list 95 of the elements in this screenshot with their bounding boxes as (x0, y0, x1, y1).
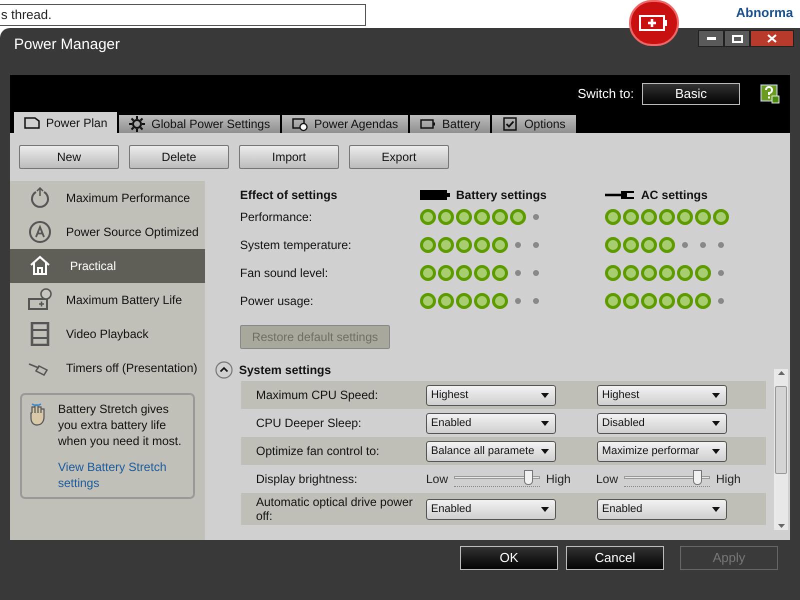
dropdown-value: Enabled (431, 502, 472, 517)
section-heading: System settings (239, 362, 332, 379)
plan-item[interactable]: Timers off (Presentation) (10, 351, 205, 385)
tab[interactable]: Global Power Settings (119, 115, 280, 133)
setting-label: Maximum CPU Speed: (256, 388, 380, 402)
plan-item[interactable]: Maximum Battery Life (10, 283, 205, 317)
setting-label: Optimize fan control to: (256, 444, 380, 458)
dropdown[interactable]: Disabled (597, 412, 727, 434)
battery-icon (420, 190, 450, 200)
battery-clock-icon (28, 288, 52, 312)
power-icon (28, 186, 52, 210)
switch-to-label: Switch to: (578, 84, 634, 103)
toolbar-button[interactable]: Export (349, 145, 449, 169)
toolbar-button[interactable]: New (19, 145, 119, 169)
collapse-icon[interactable] (215, 361, 233, 379)
plan-label: Maximum Performance (66, 190, 190, 207)
battery-stretch-link[interactable]: View Battery Stretch settings (58, 459, 187, 491)
tab[interactable]: Options (492, 115, 576, 133)
effect-label: Power usage: (240, 293, 314, 310)
plan-label: Timers off (Presentation) (66, 360, 198, 377)
caret-icon (541, 392, 549, 398)
text-field[interactable]: s thread. (0, 4, 366, 26)
caret-icon (541, 506, 549, 512)
tip-text: Battery Stretch gives you extra battery life when you need it most. (58, 401, 182, 449)
battery-column-heading: Battery settings (456, 187, 547, 204)
checkbox-icon (502, 116, 518, 132)
scrollbar[interactable] (774, 369, 788, 530)
window-clock-icon (292, 116, 308, 132)
caret-icon (712, 448, 720, 454)
dropdown-value: Balance all paramete (431, 444, 534, 459)
caret-icon (712, 420, 720, 426)
maximize-button[interactable] (724, 30, 750, 47)
effect-label: Performance: (240, 209, 314, 226)
dropdown-value: Maximize performar (602, 444, 700, 459)
plan-label: Maximum Battery Life (66, 292, 182, 309)
plan-label: Video Playback (66, 326, 148, 343)
close-button[interactable] (750, 30, 794, 47)
scroll-up-icon[interactable] (778, 371, 784, 375)
slider-min-label: Low (426, 471, 448, 488)
effect-label: Fan sound level: (240, 265, 330, 282)
dropdown-value: Enabled (602, 502, 642, 517)
minimize-button[interactable] (698, 30, 724, 47)
dropdown-value: Highest (431, 388, 468, 403)
plan-label: Power Source Optimized (66, 224, 199, 241)
dropdown[interactable]: Enabled (597, 498, 727, 520)
dropdown[interactable]: Highest (597, 384, 727, 406)
plan-item[interactable]: Practical (10, 249, 205, 283)
letter-a-circle-icon (28, 220, 52, 244)
caret-icon (541, 448, 549, 454)
gear-icon (129, 116, 146, 132)
caret-icon (712, 506, 720, 512)
setting-label: Display brightness: (256, 472, 358, 486)
effect-heading: Effect of settings (240, 187, 338, 204)
window-title: Power Manager (14, 35, 120, 55)
slider-min-label: Low (596, 471, 618, 488)
dropdown-value: Enabled (431, 416, 472, 431)
slider-max-label: High (716, 471, 741, 488)
scroll-down-icon[interactable] (778, 524, 784, 528)
plan-label: Practical (70, 258, 116, 275)
author-link[interactable]: Abnorma (736, 4, 794, 22)
slider-max-label: High (546, 471, 571, 488)
toolbar-button[interactable]: Delete (129, 145, 229, 169)
plan-item[interactable]: Maximum Performance (10, 181, 205, 215)
dropdown-value: Disabled (602, 416, 645, 431)
setting-label: CPU Deeper Sleep: (256, 416, 362, 430)
plug-icon (605, 190, 635, 200)
basic-mode-button[interactable]: Basic (642, 82, 740, 104)
slider-track[interactable] (454, 470, 540, 488)
slider-track[interactable] (624, 470, 710, 488)
ac-column-heading: AC settings (641, 187, 708, 204)
close-icon (767, 34, 777, 43)
dropdown[interactable]: Enabled (426, 498, 556, 520)
help-icon[interactable] (760, 84, 780, 104)
plan-item[interactable]: Power Source Optimized (10, 215, 205, 249)
page-icon (24, 114, 40, 130)
caret-icon (712, 392, 720, 398)
dropdown[interactable]: Maximize performar (597, 440, 727, 462)
effect-label: System temperature: (240, 237, 352, 254)
tab[interactable]: Battery (410, 115, 490, 133)
setting-label: Automatic optical drive power off: (256, 495, 414, 523)
dropdown[interactable]: Balance all paramete (426, 440, 556, 462)
tab[interactable]: Power Agendas (282, 115, 408, 133)
dropdown[interactable]: Highest (426, 384, 556, 406)
dialog-button[interactable]: OK (460, 546, 558, 570)
home-icon (28, 254, 52, 278)
dialog-button[interactable]: Cancel (566, 546, 664, 570)
slider-thumb[interactable] (524, 470, 533, 485)
dropdown[interactable]: Enabled (426, 412, 556, 434)
film-strip-icon (28, 322, 52, 346)
caret-icon (541, 420, 549, 426)
plan-item[interactable]: Video Playback (10, 317, 205, 351)
toolbar-button[interactable]: Import (239, 145, 339, 169)
slider-thumb[interactable] (692, 470, 702, 485)
dropdown-value: Highest (602, 388, 640, 403)
tab[interactable]: Power Plan (14, 112, 118, 133)
